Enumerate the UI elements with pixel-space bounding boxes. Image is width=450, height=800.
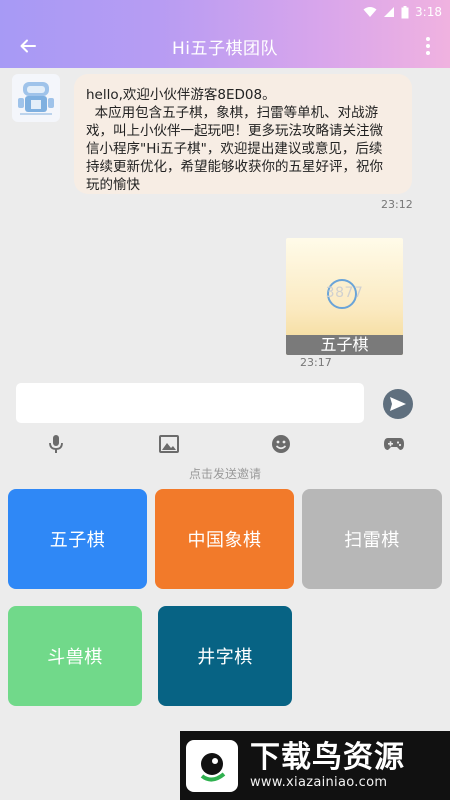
message-line: 戏，叫上小伙伴一起玩吧！更多玩法攻略请关注微: [86, 123, 383, 139]
game-button-minesweeper[interactable]: 扫雷棋: [302, 489, 442, 589]
game-card-label: 五子棋: [286, 335, 403, 355]
status-bar: 3:18: [0, 0, 450, 24]
emoji-button[interactable]: [267, 430, 295, 458]
watermark-title: 下载鸟资源: [250, 740, 405, 775]
message-line: 持续更新优化，希望能够收获你的五星好评，祝你: [86, 159, 383, 175]
game-button-tic-tac-toe[interactable]: 井字棋: [158, 606, 292, 706]
game-button-animal-chess[interactable]: 斗兽棋: [8, 606, 142, 706]
robot-avatar-icon: [18, 82, 54, 115]
wifi-icon: [363, 7, 377, 17]
avatar[interactable]: [12, 74, 60, 122]
message-line: 玩的愉快: [86, 177, 140, 193]
message-input[interactable]: [16, 383, 364, 423]
arrow-left-icon: [20, 39, 36, 53]
image-button[interactable]: [155, 430, 183, 458]
bird-logo-icon: [186, 739, 238, 792]
input-toolbar: [0, 430, 450, 460]
game-button[interactable]: [380, 430, 408, 458]
card-timestamp: 23:17: [300, 356, 332, 369]
send-button[interactable]: [383, 389, 413, 419]
app-bar: Hi五子棋团队: [0, 24, 450, 68]
image-icon: [159, 435, 179, 453]
watermark: 下载鸟资源 www.xiazainiao.com: [180, 731, 450, 800]
message-line: 本应用包含五子棋，象棋，扫雷等单机、对战游: [86, 105, 379, 121]
voice-button[interactable]: [42, 430, 70, 458]
message-timestamp: 23:12: [381, 198, 413, 211]
watermark-url: www.xiazainiao.com: [250, 775, 388, 790]
message-line: hello,欢迎小伙伴游客8ED08。: [86, 87, 276, 103]
back-button[interactable]: [14, 32, 42, 60]
more-vert-icon: [426, 37, 430, 55]
message-bubble: hello,欢迎小伙伴游客8ED08。 本应用包含五子棋，象棋，扫雷等单机、对战…: [74, 74, 412, 194]
game-button-label: 五子棋: [49, 530, 106, 551]
game-invite-card[interactable]: 3877 五子棋: [286, 238, 403, 355]
status-time: 3:18: [415, 5, 442, 19]
game-button-label: 中国象棋: [187, 530, 262, 551]
signal-icon: [384, 7, 395, 17]
game-button-label: 斗兽棋: [47, 647, 103, 668]
invite-code: 3877: [325, 285, 364, 301]
more-button[interactable]: [416, 32, 440, 60]
mic-icon: [49, 435, 63, 453]
emoji-icon: [272, 435, 290, 453]
send-icon: [390, 397, 406, 411]
battery-icon: [401, 5, 409, 18]
game-button-gomoku[interactable]: 五子棋: [8, 489, 147, 589]
message-line: 信小程序"Hi五子棋"，欢迎提出建议或意见，后续: [86, 141, 383, 157]
invite-hint: 点击发送邀请: [188, 467, 261, 481]
gamepad-icon: [384, 438, 404, 450]
game-button-chinese-chess[interactable]: 中国象棋: [155, 489, 294, 589]
page-title: Hi五子棋团队: [171, 38, 278, 59]
game-button-label: 扫雷棋: [344, 530, 400, 551]
game-button-label: 井字棋: [197, 647, 253, 668]
